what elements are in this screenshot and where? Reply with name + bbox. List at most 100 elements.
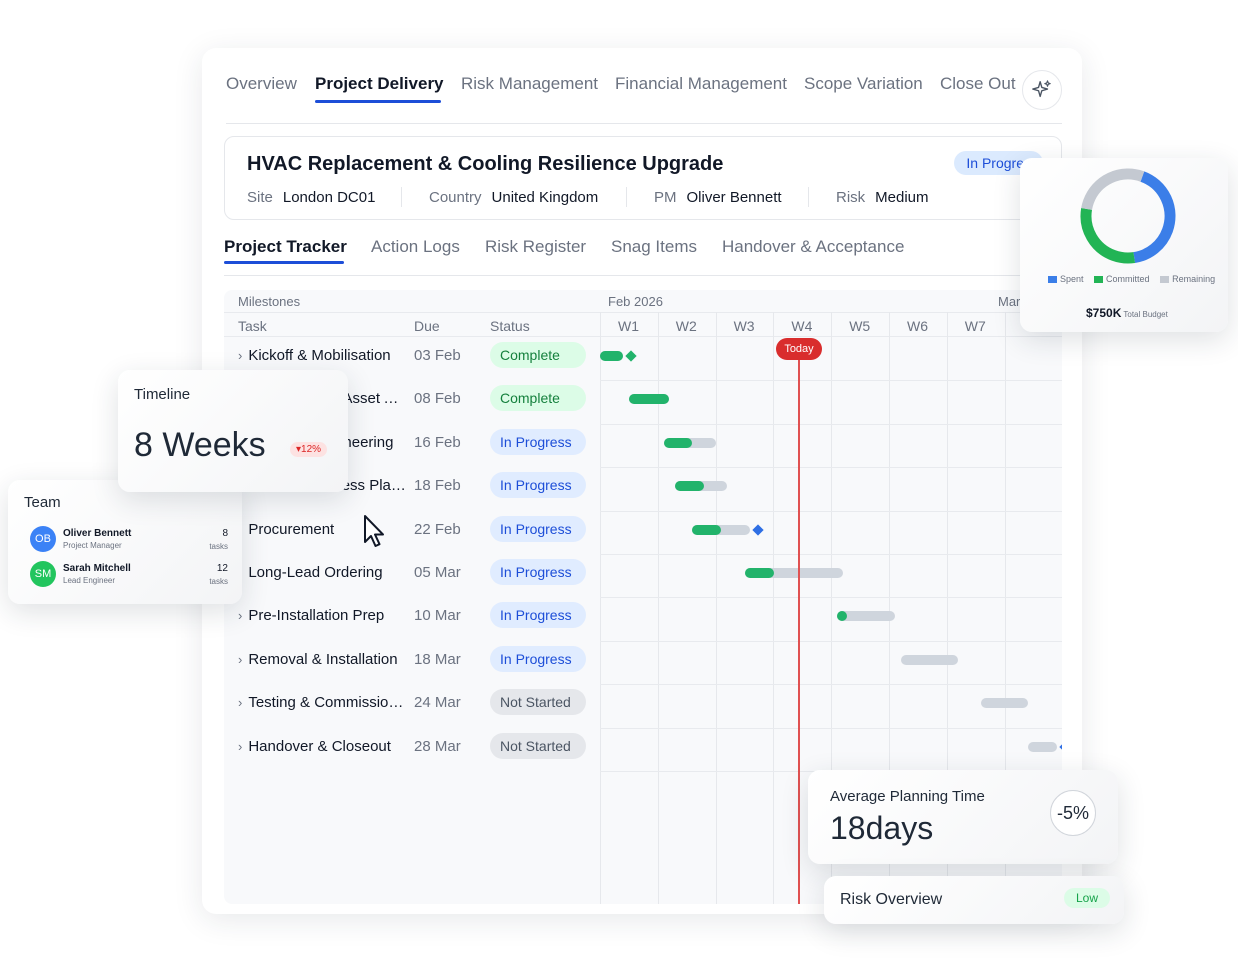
task-due-date: 10 Mar bbox=[414, 607, 461, 625]
today-badge: Today bbox=[776, 338, 822, 360]
divider bbox=[224, 312, 1062, 313]
stage: Overview Project Delivery Risk Managemen… bbox=[0, 0, 1238, 962]
legend-committed: Committed bbox=[1106, 274, 1150, 284]
gantt-progress-bar bbox=[692, 524, 722, 535]
legend-swatch-spent bbox=[1048, 276, 1057, 284]
donut-segment-spent bbox=[1080, 168, 1176, 264]
task-status-badge: Not Started bbox=[490, 732, 586, 759]
task-name[interactable]: › Handover & Closeout bbox=[238, 738, 406, 755]
tab-financial-management[interactable]: Financial Management bbox=[615, 74, 787, 94]
site-value: London DC01 bbox=[282, 189, 376, 206]
project-title: HVAC Replacement & Cooling Resilience Up… bbox=[247, 153, 724, 175]
tab-risk-management[interactable]: Risk Management bbox=[461, 74, 598, 94]
task-name[interactable]: › Testing & Commissioning bbox=[238, 694, 406, 711]
week-gridline bbox=[773, 312, 775, 904]
task-status-badge: In Progress bbox=[490, 428, 586, 455]
planning-time-card: Average Planning Time 18days -5% bbox=[808, 770, 1118, 864]
risk-card-title: Risk Overview bbox=[840, 891, 943, 908]
tab-snag-items[interactable]: Snag Items bbox=[611, 237, 697, 257]
tab-overview[interactable]: Overview bbox=[226, 74, 297, 94]
divider bbox=[600, 312, 601, 904]
country-label: Country bbox=[429, 189, 482, 206]
meta-country: Country United Kingdom bbox=[429, 189, 598, 206]
row-divider bbox=[600, 467, 1062, 469]
gantt-progress-bar bbox=[663, 437, 693, 448]
divider bbox=[224, 336, 1062, 337]
task-status-badge: In Progress bbox=[490, 515, 586, 542]
chevron-right-icon[interactable]: › bbox=[238, 739, 242, 754]
risk-label: Risk bbox=[836, 189, 866, 206]
avatar: SM bbox=[30, 561, 56, 587]
gantt-progress-bar bbox=[600, 351, 624, 361]
row-divider bbox=[600, 684, 1062, 686]
milestones-label: Milestones bbox=[238, 294, 301, 309]
row-divider bbox=[600, 380, 1062, 382]
tab-close-out[interactable]: Close Out bbox=[940, 74, 1016, 94]
site-label: Site bbox=[247, 189, 273, 206]
chevron-right-icon[interactable]: › bbox=[238, 695, 242, 710]
chevron-right-icon[interactable]: › bbox=[238, 608, 242, 623]
mouse-cursor-icon bbox=[364, 515, 384, 547]
gantt-bar[interactable] bbox=[981, 698, 1028, 709]
task-due-date: 24 Mar bbox=[414, 694, 461, 712]
top-navigation: Overview Project Delivery Risk Managemen… bbox=[226, 70, 1062, 124]
task-due-date: 03 Feb bbox=[414, 347, 461, 364]
member-name: Oliver Bennett bbox=[63, 528, 132, 539]
donut-segment-committed bbox=[1080, 168, 1176, 264]
task-due-date: 08 Feb bbox=[414, 390, 461, 408]
meta-risk: Risk Medium bbox=[836, 189, 929, 206]
tab-risk-register[interactable]: Risk Register bbox=[485, 237, 586, 257]
gantt-bar[interactable] bbox=[900, 654, 959, 665]
task-due-date: 18 Feb bbox=[414, 477, 461, 495]
column-header-task: Task bbox=[238, 318, 267, 334]
team-member[interactable]: SM Sarah Mitchell Lead Engineer 12 tasks bbox=[30, 561, 230, 591]
total-budget: $750K Total Budget bbox=[1086, 306, 1168, 320]
gantt-progress-bar bbox=[628, 394, 670, 405]
divider bbox=[401, 187, 402, 207]
today-line bbox=[798, 348, 800, 904]
budget-legend: Spent Committed Remaining bbox=[1048, 274, 1223, 284]
row-divider bbox=[600, 423, 1062, 425]
task-due-date: 18 Mar bbox=[414, 650, 461, 668]
week-header: W1 bbox=[618, 318, 639, 334]
task-name[interactable]: › Kickoff & Mobilisation bbox=[238, 347, 406, 364]
tab-scope-variation[interactable]: Scope Variation bbox=[804, 74, 923, 94]
gantt-bar[interactable] bbox=[1027, 741, 1057, 752]
week-header: W7 bbox=[964, 318, 986, 334]
task-label: Removal & Installation bbox=[248, 650, 398, 668]
week-header: W2 bbox=[675, 318, 697, 334]
chevron-right-icon[interactable]: › bbox=[238, 652, 242, 667]
gantt-progress-bar bbox=[744, 568, 774, 578]
task-status-badge: In Progress bbox=[490, 645, 586, 672]
row-divider bbox=[600, 510, 1062, 512]
row-divider bbox=[600, 554, 1062, 555]
ai-assistant-button[interactable] bbox=[1022, 70, 1062, 110]
task-due-date: 22 Feb bbox=[414, 520, 461, 538]
task-label: Procurement bbox=[248, 520, 335, 538]
member-role: Lead Engineer bbox=[63, 576, 116, 585]
member-task-count: 12 bbox=[216, 563, 228, 574]
task-name[interactable]: › Pre-Installation Prep bbox=[238, 607, 406, 624]
timeline-card-title: Timeline bbox=[134, 386, 191, 403]
tab-project-delivery[interactable]: Project Delivery bbox=[315, 74, 444, 94]
tab-action-logs[interactable]: Action Logs bbox=[371, 237, 460, 257]
risk-overview-card[interactable]: Risk Overview Low bbox=[824, 876, 1124, 924]
task-due-date: 28 Mar bbox=[414, 737, 461, 755]
legend-swatch-committed bbox=[1094, 276, 1104, 284]
meta-site: Site London DC01 bbox=[247, 189, 375, 206]
member-role: Project Manager bbox=[63, 541, 122, 550]
task-name[interactable]: ›Long-Lead Ordering bbox=[238, 564, 406, 581]
task-status-badge: In Progress bbox=[490, 602, 586, 629]
tab-project-tracker[interactable]: Project Tracker bbox=[224, 237, 347, 257]
member-name: Sarah Mitchell bbox=[63, 563, 131, 574]
tab-handover-acceptance[interactable]: Handover & Acceptance bbox=[722, 237, 904, 257]
row-divider bbox=[600, 640, 1062, 642]
task-status-badge: In Progress bbox=[490, 472, 586, 499]
team-member[interactable]: OB Oliver Bennett Project Manager 8 task… bbox=[30, 526, 230, 556]
chevron-right-icon[interactable]: › bbox=[238, 348, 242, 363]
row-divider bbox=[600, 597, 1062, 599]
donut-segment-remaining bbox=[1080, 168, 1176, 264]
planning-value: 18days bbox=[830, 810, 934, 846]
task-name[interactable]: › Removal & Installation bbox=[238, 651, 406, 668]
member-task-unit: tasks bbox=[209, 542, 228, 551]
